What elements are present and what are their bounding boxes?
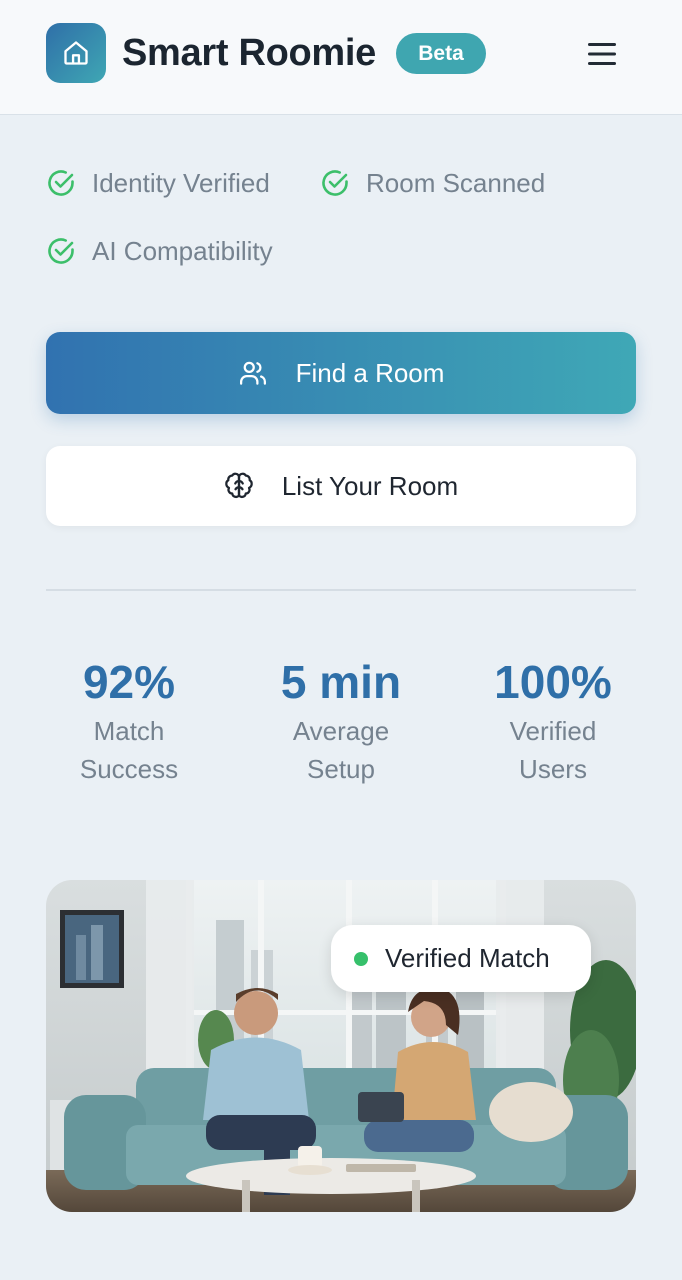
app-title: Smart Roomie (122, 32, 377, 74)
stat-match-success: 92% Match Success (23, 655, 235, 788)
check-circle-icon (48, 238, 74, 264)
verified-match-label: Verified Match (385, 943, 550, 973)
stat-label-line1: Match (93, 716, 165, 746)
status-dot (354, 951, 368, 966)
app-header: Smart Roomie Beta (0, 0, 682, 115)
stat-label-line1: Verified (509, 716, 597, 746)
feature-label: Room Scanned (366, 167, 546, 198)
section-divider (46, 589, 636, 591)
stat-value: 100% (494, 656, 612, 708)
stat-verified-users: 100% Verified Users (447, 655, 659, 788)
users-icon (238, 358, 268, 388)
list-room-label: List Your Room (281, 470, 459, 501)
beta-badge: Beta (396, 33, 486, 74)
verified-match-chip: Verified Match (331, 925, 591, 992)
stat-label-line2: Setup (307, 754, 375, 784)
feature-label: AI Compatibility (92, 235, 273, 266)
feature-room-scanned: Room Scanned (320, 163, 545, 203)
app-logo[interactable] (46, 23, 106, 83)
find-room-label: Find a Room (295, 357, 445, 388)
stat-average-setup: 5 min Average Setup (235, 655, 447, 788)
feature-ai-compatibility: AI Compatibility (46, 231, 273, 271)
menu-button[interactable] (582, 34, 622, 74)
feature-identity-verified: Identity Verified (46, 163, 270, 203)
stat-value: 5 min (280, 656, 402, 708)
stat-label-line2: Success (79, 754, 179, 784)
stat-label-line1: Average (292, 716, 390, 746)
stat-value: 92% (82, 656, 176, 708)
find-room-button[interactable]: Find a Room (46, 332, 636, 414)
hamburger-menu-icon (588, 43, 616, 65)
home-icon (64, 41, 88, 65)
feature-label: Identity Verified (92, 167, 270, 198)
stat-label-line2: Users (519, 754, 587, 784)
check-circle-icon (48, 170, 74, 196)
brain-icon (224, 471, 254, 501)
check-circle-icon (322, 170, 348, 196)
list-room-button[interactable]: List Your Room (46, 446, 636, 526)
